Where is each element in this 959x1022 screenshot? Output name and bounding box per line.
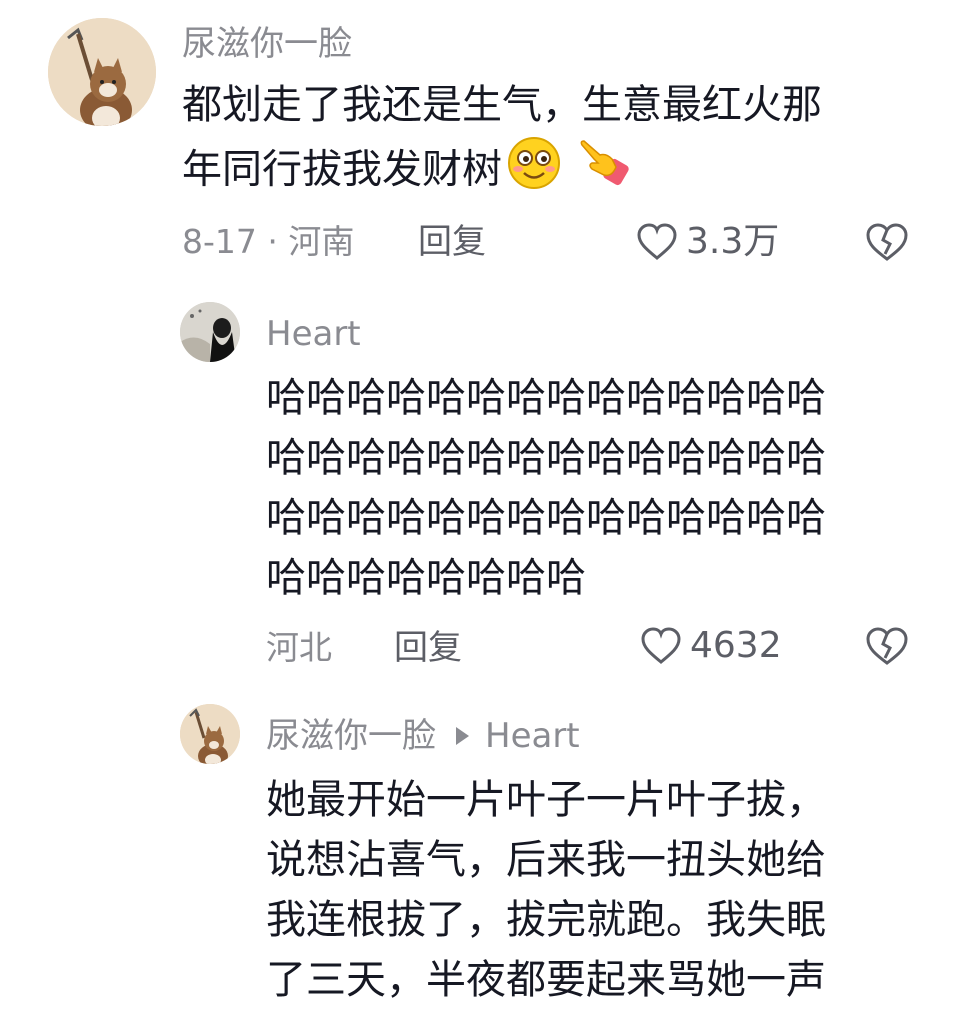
reply-username[interactable]: 尿滋你一脸 bbox=[266, 716, 436, 756]
pointing-hand-emoji-icon bbox=[572, 135, 632, 208]
like-count: 4632 bbox=[690, 625, 782, 666]
reply-text-line: 了三天，半夜都要起来骂她一声 bbox=[266, 957, 826, 1003]
comment-text-line: 都划走了我还是生气，生意最红火那 bbox=[182, 82, 822, 128]
reply-button[interactable]: 回复 bbox=[418, 222, 486, 262]
reply-button[interactable]: 回复 bbox=[394, 628, 462, 668]
avatar[interactable] bbox=[180, 302, 240, 362]
reply-text: 她最开始一片叶子一片叶子拔， 说想沾喜气，后来我一扭头她给 我连根拔了，拔完就跑… bbox=[266, 770, 946, 1010]
broken-heart-icon[interactable] bbox=[864, 626, 910, 666]
reply-username-line: 尿滋你一脸 Heart bbox=[266, 716, 580, 756]
like-button[interactable]: 4632 bbox=[640, 626, 782, 666]
comment-text-line: 年同行拔我发财树 bbox=[182, 135, 942, 208]
reply-to-username[interactable]: Heart bbox=[485, 716, 580, 756]
smiling-face-emoji-icon bbox=[506, 135, 562, 208]
comment-text-line-text: 年同行拔我发财树 bbox=[182, 146, 502, 193]
reply-username[interactable]: Heart bbox=[266, 314, 361, 354]
reply-text-line: 哈哈哈哈哈哈哈哈 bbox=[266, 555, 586, 601]
cat-avatar-icon bbox=[180, 704, 240, 764]
reply-text-line: 哈哈哈哈哈哈哈哈哈哈哈哈哈哈 bbox=[266, 375, 826, 421]
reply-text-line: 她最开始一片叶子一片叶子拔， bbox=[266, 777, 826, 823]
comment-username[interactable]: 尿滋你一脸 bbox=[182, 24, 352, 64]
comment-text: 都划走了我还是生气，生意最红火那 年同行拔我发财树 bbox=[182, 75, 942, 208]
avatar[interactable] bbox=[180, 704, 240, 764]
like-button[interactable]: 3.3万 bbox=[636, 222, 779, 262]
reply-text-line: 我连根拔了，拔完就跑。我失眠 bbox=[266, 897, 826, 943]
reply-text-line: 说想沾喜气，后来我一扭头她给 bbox=[266, 837, 826, 883]
broken-heart-icon[interactable] bbox=[864, 222, 910, 262]
comment-date-location: 8-17 · 河南 bbox=[182, 222, 355, 261]
girl-avatar-icon bbox=[180, 302, 240, 362]
avatar[interactable] bbox=[48, 18, 156, 126]
reply-text-line: 哈哈哈哈哈哈哈哈哈哈哈哈哈哈 bbox=[266, 435, 826, 481]
heart-icon bbox=[641, 627, 681, 664]
reply-location: 河北 bbox=[266, 628, 332, 667]
cat-avatar-icon bbox=[48, 18, 156, 126]
like-count: 3.3万 bbox=[686, 221, 780, 262]
reply-to-arrow-icon bbox=[456, 726, 469, 745]
reply-text: 哈哈哈哈哈哈哈哈哈哈哈哈哈哈 哈哈哈哈哈哈哈哈哈哈哈哈哈哈 哈哈哈哈哈哈哈哈哈哈… bbox=[266, 368, 946, 608]
heart-icon bbox=[637, 223, 677, 260]
reply-text-line: 哈哈哈哈哈哈哈哈哈哈哈哈哈哈 bbox=[266, 495, 826, 541]
